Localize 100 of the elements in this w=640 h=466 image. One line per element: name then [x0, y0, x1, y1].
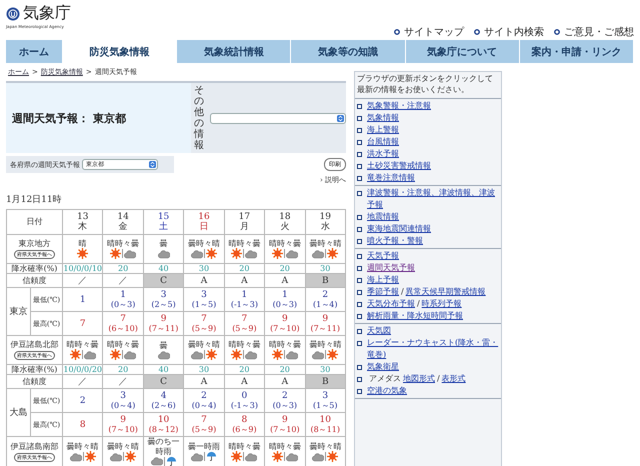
notice-text: ブラウザの更新ボタンをクリックして最新の情報をお使いください。: [355, 72, 501, 100]
sun-icon: [272, 451, 283, 462]
nav-tab[interactable]: 気象庁について: [406, 40, 520, 63]
nav-tab[interactable]: 防災気象情報: [63, 40, 178, 63]
sidebar-link[interactable]: 季節予報: [367, 286, 399, 298]
header-link[interactable]: サイト内検索: [474, 25, 544, 39]
temperature-range: (6～9): [231, 425, 258, 435]
bullet-icon: [357, 329, 362, 334]
sidebar-link[interactable]: 津波警報・注意報、津波情報、津波予報: [367, 187, 501, 212]
temperature-range: (1～5): [190, 300, 218, 310]
min-temperature: 2: [78, 396, 87, 406]
reliability-cell: A: [264, 274, 306, 288]
rain-probability: 20: [117, 365, 130, 374]
forecast-text: 晴時々曇: [227, 442, 262, 452]
rain-probability: 30: [198, 264, 210, 274]
bullet-icon: [357, 314, 362, 320]
max-temperature: 7: [119, 314, 127, 324]
reliability-cell: ／: [102, 274, 144, 288]
bullet-icon: [357, 140, 362, 146]
day-weekday: 月: [238, 222, 250, 232]
sun-icon: [110, 349, 122, 360]
cloud-icon: [190, 452, 203, 462]
sidebar-link[interactable]: 気象警報・注意報: [367, 100, 431, 112]
city-name: 東京: [8, 306, 28, 317]
header-link[interactable]: ご意見・ご感想: [554, 25, 634, 39]
rain-probability: 10/0/0/20: [63, 365, 102, 374]
umbrella-icon: [166, 456, 177, 466]
rain-probability: 30: [319, 365, 332, 374]
city-name: 大島: [8, 408, 28, 418]
min-temperature: 3: [119, 391, 127, 402]
cloud-icon: [158, 350, 170, 360]
sidebar-link[interactable]: 空港の気象: [367, 385, 407, 398]
cloud-icon: [245, 452, 258, 462]
sidebar-link[interactable]: 洪水予報: [367, 148, 399, 160]
ring-bullet-icon: [394, 29, 400, 35]
other-info-label: その他の情報: [194, 85, 204, 151]
min-temperature: 2: [280, 391, 289, 402]
sidebar-link[interactable]: 気象衛星: [367, 361, 399, 374]
max-temperature: 9: [280, 415, 289, 426]
bullet-icon: [357, 152, 362, 158]
sidebar-text: /: [437, 373, 440, 386]
row-label: 降水確率(%): [10, 264, 58, 274]
min-temperature: 3: [200, 290, 208, 300]
bullet-icon: [357, 104, 362, 110]
forecast-text: 晴時々曇: [66, 340, 100, 350]
bullet-icon: [357, 290, 362, 296]
rain-probability: 40: [157, 264, 170, 274]
ring-bullet-icon: [554, 29, 560, 35]
cloud-icon: [286, 452, 298, 462]
sidebar-link[interactable]: 天気図: [367, 325, 391, 338]
sidebar-link[interactable]: 異常天候早期警戒情報: [406, 286, 486, 298]
sidebar-link[interactable]: 解析雨量・降水短時間予報: [367, 310, 463, 322]
spinner-icon: [337, 114, 344, 122]
sun-icon: [77, 248, 88, 260]
ring-bullet-icon: [474, 29, 480, 35]
min-temperature: 3: [160, 290, 168, 300]
reliability-cell: A: [224, 274, 265, 288]
sidebar-link[interactable]: 土砂災害警戒情報: [367, 160, 431, 172]
sidebar-link[interactable]: 天気分布予報: [367, 298, 415, 310]
sun-icon: [327, 451, 338, 462]
sidebar-link[interactable]: 天気予報: [367, 250, 399, 262]
cloud-icon: [124, 350, 136, 360]
sidebar-link[interactable]: 表形式: [442, 373, 466, 386]
cloud-icon: [150, 456, 163, 466]
sidebar-link[interactable]: 台風情報: [367, 136, 399, 148]
max-temperature: 8: [240, 415, 248, 426]
sidebar-link[interactable]: 竜巻注意情報: [367, 172, 415, 184]
max-temperature: 10: [156, 415, 170, 426]
sidebar-link[interactable]: 海上警報: [367, 124, 399, 136]
sidebar-link[interactable]: 地図形式: [403, 373, 435, 386]
bullet-icon: [357, 191, 362, 196]
min-temperature: 0: [240, 391, 248, 402]
sun-icon: [125, 451, 136, 462]
reliability-cell: A: [184, 274, 224, 288]
cloud-icon: [110, 452, 122, 462]
header-link[interactable]: サイトマップ: [394, 25, 464, 39]
sidebar-link[interactable]: 噴火予報・警報: [367, 235, 423, 248]
forecast-text: 晴時々曇: [268, 238, 302, 248]
rain-probability: 40: [157, 365, 170, 374]
forecast-text: 曇時々晴: [308, 238, 342, 248]
cloud-icon: [190, 350, 203, 360]
forecast-text: 晴時々曇: [268, 442, 302, 452]
min-temperature: 2: [200, 391, 208, 402]
sidebar-link[interactable]: 海上予報: [367, 274, 399, 286]
sidebar-link[interactable]: 時系列予報: [422, 298, 462, 310]
forecast-text: 曇: [158, 340, 169, 350]
other-info-select[interactable]: [210, 112, 346, 124]
sidebar-link[interactable]: 週間天気予報: [367, 262, 415, 274]
temperature-range: (6～10): [107, 324, 139, 334]
sidebar-link[interactable]: 地震情報: [367, 211, 399, 224]
temperature-range: (7～10): [269, 324, 301, 334]
sun-icon: [327, 248, 338, 260]
bullet-icon: [357, 302, 362, 308]
sidebar-link[interactable]: 東海地震関連情報: [367, 223, 431, 236]
sidebar-link[interactable]: レーダー・ナウキャスト(降水・雷・竜巻): [367, 337, 501, 362]
date-header: 日付: [26, 217, 44, 227]
day-weekday: 金: [118, 222, 129, 232]
sidebar-link[interactable]: 気象情報: [367, 112, 399, 124]
day-weekday: 水: [320, 222, 331, 232]
sun-icon: [231, 451, 242, 462]
